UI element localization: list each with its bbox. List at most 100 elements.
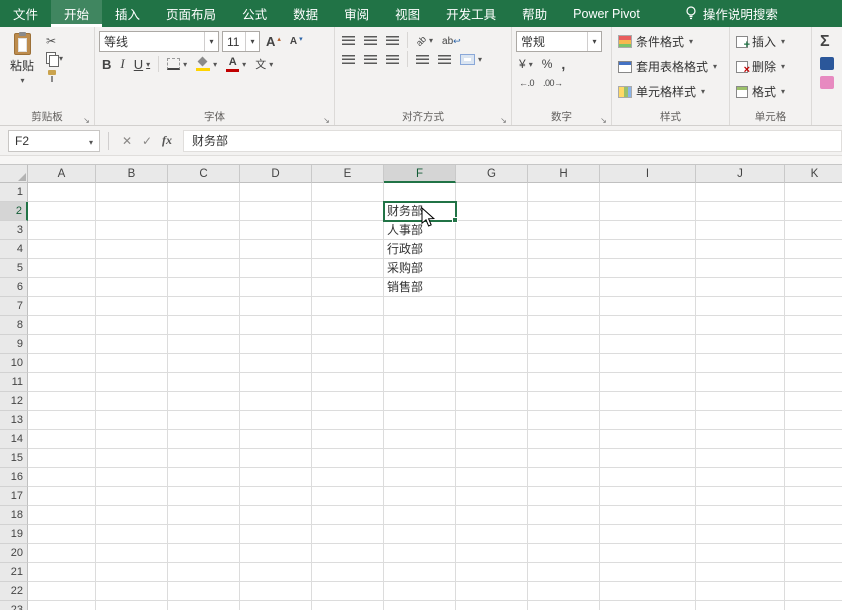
- cell-K10[interactable]: [785, 354, 842, 373]
- increase-font-size-button[interactable]: A: [263, 32, 284, 51]
- cell-B16[interactable]: [96, 468, 168, 487]
- font-color-button[interactable]: A: [223, 55, 249, 74]
- cell-H21[interactable]: [528, 563, 600, 582]
- cell-G2[interactable]: [456, 202, 528, 221]
- insert-function-button[interactable]: fx: [157, 133, 177, 148]
- cell-A5[interactable]: [28, 259, 96, 278]
- cell-G17[interactable]: [456, 487, 528, 506]
- cell-C13[interactable]: [168, 411, 240, 430]
- tab-formulas[interactable]: 公式: [229, 0, 280, 27]
- cell-A20[interactable]: [28, 544, 96, 563]
- cell-J23[interactable]: [696, 601, 785, 610]
- row-header-3[interactable]: 3: [0, 221, 28, 240]
- tab-view[interactable]: 视图: [382, 0, 433, 27]
- column-header-D[interactable]: D: [240, 165, 312, 183]
- format-cells-button[interactable]: 格式: [734, 79, 807, 104]
- enter-button[interactable]: ✓: [137, 134, 157, 148]
- tab-insert[interactable]: 插入: [102, 0, 153, 27]
- cell-D19[interactable]: [240, 525, 312, 544]
- cell-G19[interactable]: [456, 525, 528, 544]
- cell-H10[interactable]: [528, 354, 600, 373]
- cell-J20[interactable]: [696, 544, 785, 563]
- font-dialog-launcher-icon[interactable]: [321, 112, 332, 123]
- cell-G3[interactable]: [456, 221, 528, 240]
- column-header-F[interactable]: F: [384, 165, 456, 183]
- column-header-B[interactable]: B: [96, 165, 168, 183]
- cell-C15[interactable]: [168, 449, 240, 468]
- cell-G14[interactable]: [456, 430, 528, 449]
- cell-J21[interactable]: [696, 563, 785, 582]
- clear-button-icon[interactable]: [820, 76, 834, 89]
- cell-D8[interactable]: [240, 316, 312, 335]
- cell-C3[interactable]: [168, 221, 240, 240]
- cell-G7[interactable]: [456, 297, 528, 316]
- cell-F7[interactable]: [384, 297, 456, 316]
- bold-button[interactable]: B: [99, 55, 114, 74]
- cell-F4[interactable]: 行政部: [384, 240, 456, 259]
- cell-K1[interactable]: [785, 183, 842, 202]
- align-middle-button[interactable]: [361, 34, 380, 47]
- cell-K9[interactable]: [785, 335, 842, 354]
- row-header-5[interactable]: 5: [0, 259, 28, 278]
- cell-E21[interactable]: [312, 563, 384, 582]
- cell-A3[interactable]: [28, 221, 96, 240]
- cell-C7[interactable]: [168, 297, 240, 316]
- column-header-I[interactable]: I: [600, 165, 696, 183]
- cell-J10[interactable]: [696, 354, 785, 373]
- cell-E18[interactable]: [312, 506, 384, 525]
- cell-K21[interactable]: [785, 563, 842, 582]
- cell-I9[interactable]: [600, 335, 696, 354]
- row-header-8[interactable]: 8: [0, 316, 28, 335]
- cell-J6[interactable]: [696, 278, 785, 297]
- cell-G11[interactable]: [456, 373, 528, 392]
- cell-G20[interactable]: [456, 544, 528, 563]
- cell-H23[interactable]: [528, 601, 600, 610]
- tab-page-layout[interactable]: 页面布局: [153, 0, 229, 27]
- cell-K16[interactable]: [785, 468, 842, 487]
- format-as-table-button[interactable]: 套用表格格式: [616, 54, 725, 79]
- cell-A17[interactable]: [28, 487, 96, 506]
- tell-me-search[interactable]: 操作说明搜索: [675, 0, 788, 27]
- row-header-14[interactable]: 14: [0, 430, 28, 449]
- select-all-corner[interactable]: [0, 165, 28, 183]
- font-size-select[interactable]: 11: [222, 31, 260, 52]
- cell-J22[interactable]: [696, 582, 785, 601]
- cell-C18[interactable]: [168, 506, 240, 525]
- cell-B2[interactable]: [96, 202, 168, 221]
- cell-K8[interactable]: [785, 316, 842, 335]
- cell-H18[interactable]: [528, 506, 600, 525]
- borders-button[interactable]: [164, 56, 190, 72]
- cell-C4[interactable]: [168, 240, 240, 259]
- cell-G22[interactable]: [456, 582, 528, 601]
- row-header-9[interactable]: 9: [0, 335, 28, 354]
- tab-help[interactable]: 帮助: [509, 0, 560, 27]
- cell-D20[interactable]: [240, 544, 312, 563]
- number-format-select[interactable]: 常规: [516, 31, 602, 52]
- cell-E19[interactable]: [312, 525, 384, 544]
- column-header-A[interactable]: A: [28, 165, 96, 183]
- cell-K4[interactable]: [785, 240, 842, 259]
- cell-I20[interactable]: [600, 544, 696, 563]
- row-header-7[interactable]: 7: [0, 297, 28, 316]
- cell-K7[interactable]: [785, 297, 842, 316]
- cell-A1[interactable]: [28, 183, 96, 202]
- cell-E11[interactable]: [312, 373, 384, 392]
- cell-K2[interactable]: [785, 202, 842, 221]
- cell-F22[interactable]: [384, 582, 456, 601]
- row-header-17[interactable]: 17: [0, 487, 28, 506]
- column-header-H[interactable]: H: [528, 165, 600, 183]
- alignment-dialog-launcher-icon[interactable]: [498, 112, 509, 123]
- cell-A15[interactable]: [28, 449, 96, 468]
- cell-K3[interactable]: [785, 221, 842, 240]
- cell-F12[interactable]: [384, 392, 456, 411]
- cell-D23[interactable]: [240, 601, 312, 610]
- cell-K18[interactable]: [785, 506, 842, 525]
- cell-I14[interactable]: [600, 430, 696, 449]
- cell-G6[interactable]: [456, 278, 528, 297]
- cell-C1[interactable]: [168, 183, 240, 202]
- cell-I16[interactable]: [600, 468, 696, 487]
- chevron-down-icon[interactable]: [245, 32, 259, 51]
- cell-H22[interactable]: [528, 582, 600, 601]
- cell-D18[interactable]: [240, 506, 312, 525]
- cell-J8[interactable]: [696, 316, 785, 335]
